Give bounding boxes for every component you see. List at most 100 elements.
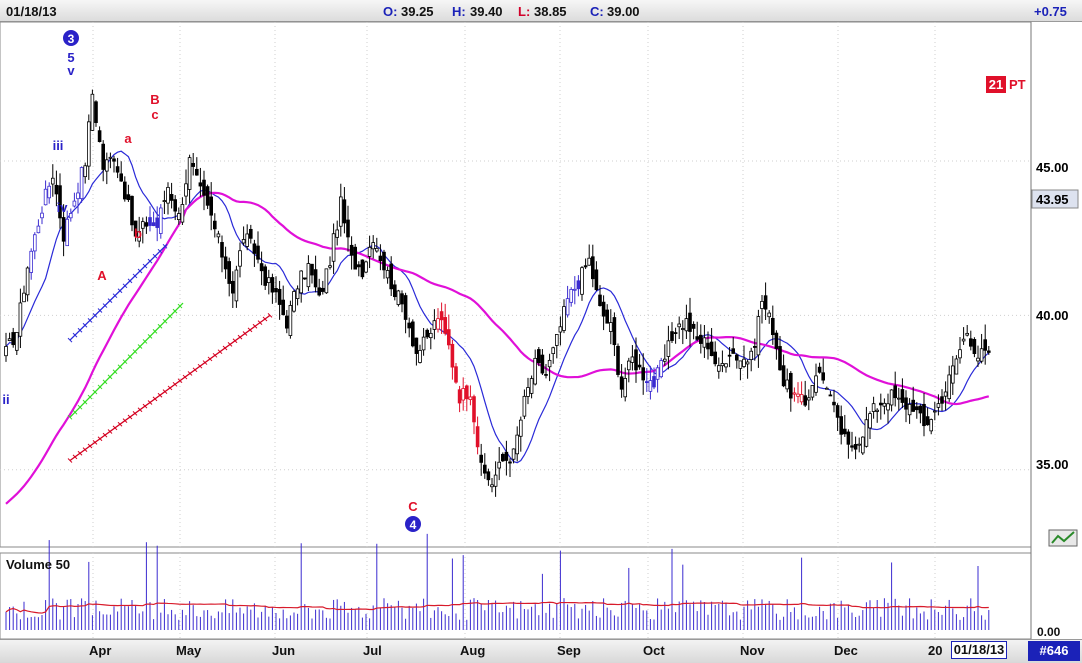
candle-body [868, 413, 872, 429]
candle-body [36, 225, 41, 234]
month-sep: Sep [557, 643, 581, 658]
candle-body [497, 461, 501, 469]
candle-body [933, 410, 937, 413]
candle-body [144, 222, 149, 227]
month-jul: Jul [363, 643, 382, 658]
candle-body [691, 323, 696, 329]
wave-subiv: iv [57, 200, 69, 215]
candle-body [695, 336, 699, 340]
candle-body [807, 397, 811, 401]
candle-body [958, 349, 962, 359]
month-oct: Oct [643, 643, 665, 658]
candle-body [522, 395, 527, 417]
candle-body [418, 350, 422, 363]
candle-body [706, 342, 710, 350]
candle-body [475, 426, 480, 448]
volume-zero-label: 0.00 [1037, 625, 1061, 639]
candle-body [619, 376, 624, 390]
candle-body [176, 213, 181, 220]
wave-b: b [134, 226, 142, 241]
volume-label: Volume 50 [6, 557, 70, 572]
candle-body [187, 157, 192, 190]
candle-body [893, 385, 897, 399]
candle-body [972, 339, 977, 355]
candle-body [439, 311, 444, 321]
candle-body [605, 309, 609, 324]
candle-body [461, 388, 465, 401]
candle-body [555, 334, 559, 346]
candle-body [789, 372, 793, 399]
candle-body [709, 341, 714, 357]
candle-body [220, 242, 224, 258]
candle-body [360, 259, 365, 278]
month-jun: Jun [272, 643, 296, 658]
candle-body [392, 284, 397, 298]
candle-body [547, 359, 552, 368]
candle-body [270, 277, 275, 293]
candle-body [853, 444, 858, 450]
candle-body [511, 448, 516, 460]
candle-body [378, 255, 383, 262]
candle-body [238, 250, 242, 267]
candle-body [468, 396, 473, 401]
candle-body [583, 265, 588, 268]
candle-body [684, 318, 689, 332]
candle-body [533, 357, 537, 385]
candle-body [735, 354, 739, 361]
candle-body [115, 166, 120, 173]
candle-body [173, 199, 178, 212]
candle-body [252, 243, 257, 254]
candle-body [306, 263, 311, 288]
candle-body [486, 471, 491, 481]
candle-body [918, 405, 923, 414]
candle-body [51, 177, 55, 185]
candle-body [904, 397, 908, 410]
candle-body [871, 403, 876, 412]
candle-body [648, 380, 653, 392]
candle-body [738, 360, 743, 369]
candle-body [961, 338, 966, 342]
candle-body [320, 287, 325, 292]
candle-body [630, 356, 635, 363]
candle-body [11, 332, 16, 346]
candle-body [108, 156, 113, 159]
candle-body [900, 389, 905, 403]
candle-body [414, 337, 419, 354]
candle-body [353, 246, 357, 270]
candle-body [749, 350, 753, 361]
candle-body [925, 416, 930, 426]
candle-body [374, 247, 379, 252]
month-aug: Aug [460, 643, 486, 658]
candle-body [382, 251, 386, 271]
wave4-label: 4 [410, 518, 417, 532]
candle-body [529, 378, 534, 394]
candle-body [349, 244, 354, 256]
month-nov: Nov [740, 643, 765, 658]
candle-body [947, 374, 951, 400]
candle-body [781, 365, 786, 387]
candle-body [551, 347, 555, 354]
candle-body [929, 419, 933, 432]
candle-body [817, 366, 822, 373]
candle-body [843, 428, 847, 435]
candle-body [87, 121, 91, 167]
candle-body [537, 349, 541, 364]
wave-subiii: iii [53, 138, 64, 153]
candle-body [558, 326, 563, 333]
candle-body [364, 261, 368, 273]
candle-body [504, 451, 509, 461]
tick-45: 45.00 [1036, 160, 1069, 175]
candle-body [756, 316, 761, 356]
candle-body [792, 392, 797, 395]
candle-body [277, 288, 282, 305]
chart-type-icon[interactable] [1048, 529, 1078, 547]
candle-body [778, 346, 782, 371]
candle-body [346, 219, 350, 238]
candle-body [832, 401, 836, 406]
candle-body [457, 389, 462, 404]
candle-body [771, 317, 775, 336]
candle-body [569, 289, 573, 303]
candle-body [565, 298, 570, 316]
current-date-box[interactable]: 01/18/13 [951, 641, 1007, 659]
candle-body [126, 194, 131, 201]
